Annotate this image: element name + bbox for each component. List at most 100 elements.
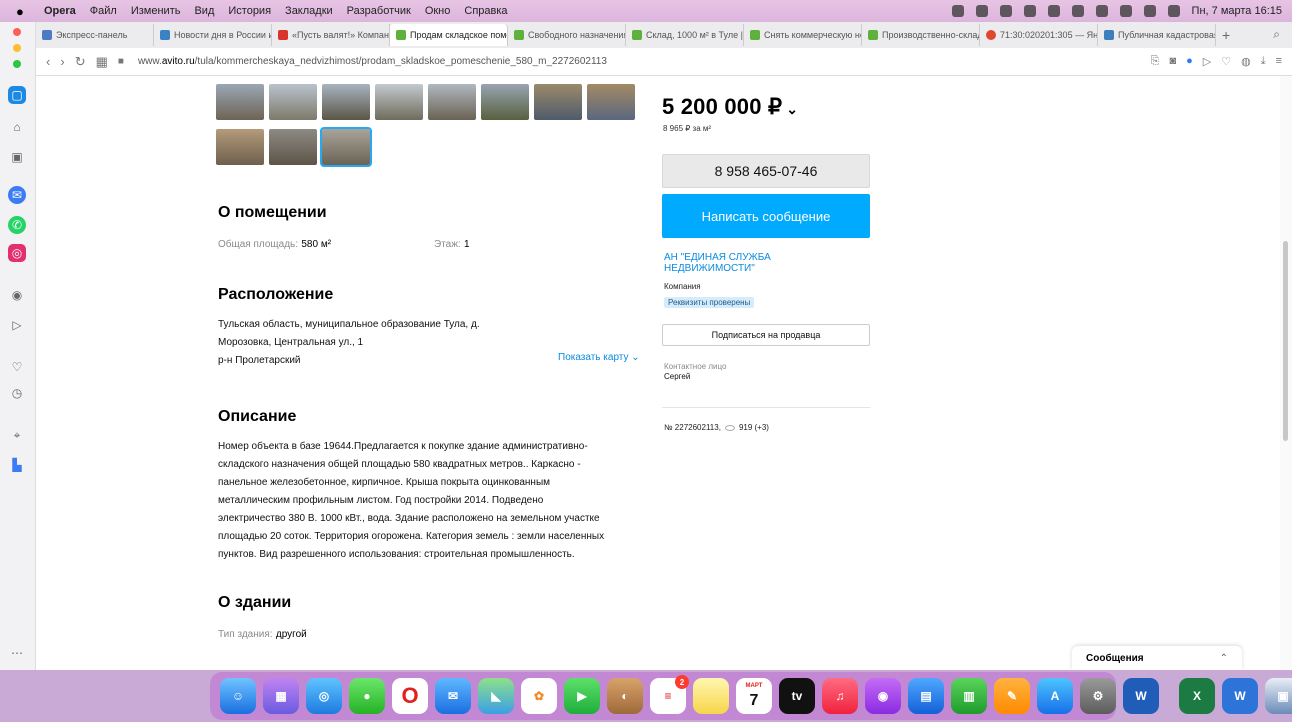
reload-icon[interactable]: ↻: [75, 54, 86, 70]
wallet-icon[interactable]: ▣: [8, 148, 26, 166]
wifi-icon[interactable]: [1095, 5, 1108, 17]
gallery-thumbnail[interactable]: [322, 84, 370, 120]
siri-icon[interactable]: [1167, 5, 1180, 17]
window-zoom-icon[interactable]: [13, 60, 21, 68]
tray-app-icon[interactable]: [999, 5, 1012, 17]
tray-app-icon[interactable]: [975, 5, 988, 17]
extension-icon[interactable]: ▙: [8, 456, 26, 474]
history-icon[interactable]: ◷: [8, 384, 26, 402]
seller-name-link[interactable]: АН "ЕДИНАЯ СЛУЖБА НЕДВИЖИМОСТИ": [664, 252, 824, 274]
camera-icon[interactable]: ◙: [1169, 55, 1176, 68]
gallery-thumbnail[interactable]: [481, 84, 529, 120]
gallery-thumbnail[interactable]: [216, 129, 264, 165]
photos-icon[interactable]: ✿: [521, 678, 557, 714]
tab-cadastral-map[interactable]: Публичная кадастровая к...: [1098, 24, 1216, 46]
reader-icon[interactable]: ⎘: [1151, 55, 1160, 68]
menu-edit[interactable]: Изменить: [131, 5, 181, 17]
chevron-down-icon[interactable]: ⌄: [782, 101, 798, 117]
write-message-button[interactable]: Написать сообщение: [662, 194, 870, 238]
search-icon[interactable]: [1119, 5, 1132, 17]
tab-avito-rent[interactable]: Снять коммерческую нед...: [744, 24, 862, 46]
player-icon[interactable]: ◉: [8, 286, 26, 304]
scrollbar-thumb[interactable]: [1283, 241, 1288, 441]
back-icon[interactable]: ‹: [46, 54, 50, 69]
show-phone-button[interactable]: 8 958 465-07-46: [662, 154, 870, 188]
messenger-icon[interactable]: ✉: [8, 186, 26, 204]
facetime-icon[interactable]: ▶: [564, 678, 600, 714]
flow-send-icon[interactable]: ▷: [1203, 55, 1211, 68]
bookmark-heart-icon[interactable]: ♡: [1221, 55, 1231, 68]
notes-icon[interactable]: [693, 678, 729, 714]
apple-tv-icon[interactable]: tv: [779, 678, 815, 714]
instagram-icon[interactable]: ◎: [8, 244, 26, 262]
show-map-link[interactable]: Показать карту ⌄: [558, 352, 640, 363]
music-icon[interactable]: ♫: [822, 678, 858, 714]
app-w-icon[interactable]: W: [1222, 678, 1258, 714]
forward-icon[interactable]: ›: [60, 54, 64, 69]
word-icon[interactable]: W: [1123, 678, 1159, 714]
tab-search-icon[interactable]: ⌕: [1273, 27, 1280, 42]
control-center-icon[interactable]: [1143, 5, 1156, 17]
gallery-thumbnail[interactable]: [216, 84, 264, 120]
window-close-icon[interactable]: [13, 28, 21, 36]
keynote-icon[interactable]: ▤: [908, 678, 944, 714]
system-preferences-icon[interactable]: ⚙: [1080, 678, 1116, 714]
reminders-icon[interactable]: ≡ 2: [650, 675, 689, 714]
tray-app-icon[interactable]: [951, 5, 964, 17]
preview-icon[interactable]: ▣: [1265, 678, 1292, 714]
pin-icon[interactable]: ⌖: [8, 426, 26, 444]
excel-icon[interactable]: X: [1179, 678, 1215, 714]
more-icon[interactable]: ⋯: [8, 644, 26, 662]
gallery-thumbnail[interactable]: [534, 84, 582, 120]
calendar-icon[interactable]: МАРТ 7: [736, 678, 772, 714]
gallery-thumbnail[interactable]: [269, 84, 317, 120]
home-icon[interactable]: ⌂: [8, 118, 26, 136]
speed-dial-icon[interactable]: ▢: [8, 86, 26, 104]
menu-bookmarks[interactable]: Закладки: [285, 5, 333, 17]
whatsapp-icon[interactable]: ✆: [8, 216, 26, 234]
pages-icon[interactable]: ✎: [994, 678, 1030, 714]
tabs-grid-icon[interactable]: ▦: [96, 54, 108, 70]
tab-news[interactable]: Новости дня в России и ...: [154, 24, 272, 46]
gallery-thumbnail[interactable]: [428, 84, 476, 120]
tray-app-icon[interactable]: [1071, 5, 1084, 17]
tab-avito-production[interactable]: Производственно-склад...: [862, 24, 980, 46]
tray-app-icon[interactable]: [1047, 5, 1060, 17]
menu-file[interactable]: Файл: [90, 5, 117, 17]
mail-icon[interactable]: ✉: [435, 678, 471, 714]
podcasts-icon[interactable]: ◉: [865, 678, 901, 714]
gallery-thumbnail[interactable]: [587, 84, 635, 120]
window-minimize-icon[interactable]: [13, 44, 21, 52]
tab-avito-warehouse[interactable]: Склад, 1000 м² в Туле | П...: [626, 24, 744, 46]
numbers-icon[interactable]: ▥: [951, 678, 987, 714]
gallery-thumbnail-selected[interactable]: [320, 127, 372, 167]
gallery-thumbnail[interactable]: [269, 129, 317, 165]
tab-avito-free[interactable]: Свободного назначения, ...: [508, 24, 626, 46]
page-scrollbar[interactable]: [1280, 76, 1292, 670]
maps-icon[interactable]: ◣: [478, 678, 514, 714]
chevron-up-icon[interactable]: ⌃: [1220, 653, 1228, 664]
menu-help[interactable]: Справка: [464, 5, 507, 17]
contacts-icon[interactable]: ◐: [607, 678, 643, 714]
tab-speed-dial[interactable]: Экспресс-панель: [36, 24, 154, 46]
menu-app-name[interactable]: Opera: [44, 5, 76, 17]
easy-setup-icon[interactable]: ≡: [1276, 55, 1282, 68]
wallet-icon[interactable]: ◍: [1241, 55, 1251, 68]
menu-view[interactable]: Вид: [194, 5, 214, 17]
safari-icon[interactable]: ◎: [306, 678, 342, 714]
finder-icon[interactable]: ☺: [220, 678, 256, 714]
menu-window[interactable]: Окно: [425, 5, 451, 17]
menu-bar-clock[interactable]: Пн, 7 марта 16:15: [1192, 5, 1282, 17]
vpn-icon[interactable]: ●: [1186, 55, 1193, 68]
flow-icon[interactable]: ▷: [8, 316, 26, 334]
gallery-thumbnail[interactable]: [375, 84, 423, 120]
apple-icon[interactable]: ●: [16, 4, 30, 19]
new-tab-icon[interactable]: +: [1222, 27, 1230, 43]
download-icon[interactable]: ⤓: [1261, 55, 1266, 68]
url-field[interactable]: www.avito.ru/tula/kommercheskaya_nedvizh…: [138, 56, 607, 67]
messages-icon[interactable]: ●: [349, 678, 385, 714]
app-store-icon[interactable]: A: [1037, 678, 1073, 714]
menu-developer[interactable]: Разработчик: [347, 5, 411, 17]
opera-icon[interactable]: O: [392, 678, 428, 714]
launchpad-icon[interactable]: ▦: [263, 678, 299, 714]
